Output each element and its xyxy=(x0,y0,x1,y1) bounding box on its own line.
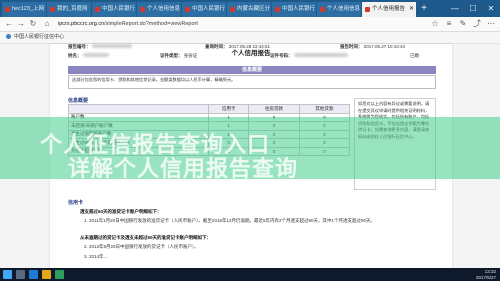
report-time-value: 2017.05.27 10:10:43 xyxy=(363,44,406,49)
taskbar: 13:32 2017/5/27 xyxy=(0,268,500,281)
tab-label: 个人信用信息 xyxy=(147,6,181,12)
credit-card-heading: 信用卡 xyxy=(68,200,84,206)
notes-icon[interactable]: ✎ xyxy=(458,19,468,29)
favorites-icon[interactable]: ☆ xyxy=(430,19,440,29)
search-icon[interactable] xyxy=(16,270,25,279)
close-window-icon[interactable]: ✕ xyxy=(482,0,500,17)
paragraph: 3. 2014年… xyxy=(84,254,109,259)
marital-status: 已婚 xyxy=(410,53,419,58)
watermark-line-2: 详解个人信用报告查询 xyxy=(68,156,299,181)
new-tab-icon[interactable]: + xyxy=(418,3,430,15)
summary-heading: 信息概要 xyxy=(68,98,89,104)
id-no-field: 证件号码： xyxy=(270,53,348,59)
table-header: 其他贷款 xyxy=(298,104,351,114)
forward-icon[interactable]: → xyxy=(16,19,26,29)
start-icon[interactable] xyxy=(3,270,12,279)
maximize-icon[interactable]: ☐ xyxy=(464,0,482,17)
report-no: 报告编号： xyxy=(68,44,132,50)
tab-3[interactable]: 中国人民银行 xyxy=(92,2,136,17)
redacted-value xyxy=(91,44,132,48)
query-time: 查询时间： 2017.05.28 22:44:51 xyxy=(205,44,270,50)
redacted-value xyxy=(82,53,109,57)
table-header-row: 信用卡 住房贷款 其他贷款 xyxy=(68,104,351,114)
redacted-value xyxy=(293,53,348,57)
hub-icon[interactable]: ≡ xyxy=(444,19,454,29)
query-time-value: 2017.05.28 22:44:51 xyxy=(228,44,271,49)
back-icon[interactable]: ← xyxy=(4,19,14,29)
page-icon xyxy=(185,7,190,12)
page-icon xyxy=(50,7,55,12)
app-icon[interactable] xyxy=(55,270,64,279)
folder-icon[interactable] xyxy=(42,270,51,279)
table-header: 信用卡 xyxy=(207,104,250,114)
tab-4[interactable]: 个人信用信息 xyxy=(137,2,181,17)
more-icon[interactable]: ⋯ xyxy=(486,19,496,29)
url-host: ipcrs.pbccrc.org.cn xyxy=(58,21,105,27)
name-label: 姓名： xyxy=(68,53,82,58)
home-icon[interactable]: ⌂ xyxy=(42,19,52,29)
system-clock[interactable]: 13:32 2017/5/27 xyxy=(476,269,496,280)
minimize-icon[interactable]: — xyxy=(446,0,464,17)
tab-label: 中国人民银行 xyxy=(192,6,226,12)
name-field: 姓名： xyxy=(68,53,109,59)
tab-bar: hec123_上网 我的_百度网 中国人民银行 个人信用信息 中国人民银行 内蒙… xyxy=(0,0,500,17)
page-icon xyxy=(5,7,10,12)
bookmark-label: 中国人民银行征信中心 xyxy=(14,34,65,40)
tab-label: hec123_上网 xyxy=(12,6,45,12)
id-no-label: 证件号码： xyxy=(270,53,293,58)
paragraph-heading: 透支超过60天的准贷记卡账户明细如下： xyxy=(80,209,162,214)
page-icon xyxy=(140,7,145,12)
share-icon[interactable]: ⤴ xyxy=(472,19,482,29)
page-icon xyxy=(230,7,235,12)
page-icon xyxy=(320,7,325,12)
url-field[interactable]: ipcrs.pbccrc.org.cn/simpleReport.do?meth… xyxy=(58,19,398,29)
globe-icon xyxy=(6,34,11,39)
page-icon xyxy=(365,7,370,12)
paragraph-heading: 从未逾期过的贷记卡及透支未超过60天的准贷记卡账户明细如下： xyxy=(80,235,212,240)
tab-label: 个人信用报告 xyxy=(372,6,406,12)
tab-5[interactable]: 中国人民银行 xyxy=(182,2,226,17)
tab-active-report[interactable]: 个人信用报告 ✕ xyxy=(362,2,416,17)
tab-1[interactable]: hec123_上网 xyxy=(2,2,46,17)
tab-label: 中国人民银行 xyxy=(282,6,316,12)
tab-label: 中国人民银行 xyxy=(102,6,136,12)
table-header: 住房贷款 xyxy=(248,104,300,114)
report-time-label: 报告时间： xyxy=(340,44,363,49)
edge-icon[interactable] xyxy=(29,270,38,279)
info-summary-band: 信息概要 xyxy=(68,66,436,74)
tab-6[interactable]: 内蒙古藏区分 xyxy=(227,2,271,17)
bookmark-bar: 中国人民银行征信中心 xyxy=(0,32,500,44)
table-header xyxy=(68,104,209,114)
tab-8[interactable]: 个人信用信息 xyxy=(317,2,361,17)
tab-7[interactable]: 中国人民银行 xyxy=(272,2,316,17)
query-time-label: 查询时间： xyxy=(205,44,228,49)
id-type-value: 身份证 xyxy=(183,53,198,58)
report-time: 报告时间： 2017.05.27 10:10:43 xyxy=(340,44,405,50)
refresh-icon[interactable]: ↻ xyxy=(28,19,38,29)
id-type-field: 证件类型： 身份证 xyxy=(160,53,197,59)
page-icon xyxy=(275,7,280,12)
tab-label: 我的_百度网 xyxy=(57,6,88,12)
report-note: 这部分包含您的信用卡、贷款和其他信贷记录。金额类数据均以人民币计算，精确到元。 xyxy=(68,75,436,89)
paragraph: 2. 2013年9月20日中国银行发放的贷记卡（人民币账户）。 xyxy=(84,244,199,249)
page-icon xyxy=(95,7,100,12)
clock-date: 2017/5/27 xyxy=(475,274,496,280)
close-tab-icon[interactable]: ✕ xyxy=(409,2,414,17)
bookmark-item[interactable]: 中国人民银行征信中心 xyxy=(6,34,64,41)
report-no-label: 报告编号： xyxy=(68,44,91,49)
tab-2[interactable]: 我的_百度网 xyxy=(47,2,91,17)
tab-label: 内蒙古藏区分 xyxy=(237,6,271,12)
id-type-label: 证件类型： xyxy=(160,53,183,58)
url-path: /simpleReport.do?method=viewReport xyxy=(104,21,198,27)
tab-label: 个人信用信息 xyxy=(327,6,361,12)
paragraph: 1. 2011年1月20日中国银行发放的准贷记卡（人民币账户），截至2016年1… xyxy=(84,218,375,223)
address-bar: ← → ↻ ⌂ ipcrs.pbccrc.org.cn/simpleReport… xyxy=(0,17,500,32)
